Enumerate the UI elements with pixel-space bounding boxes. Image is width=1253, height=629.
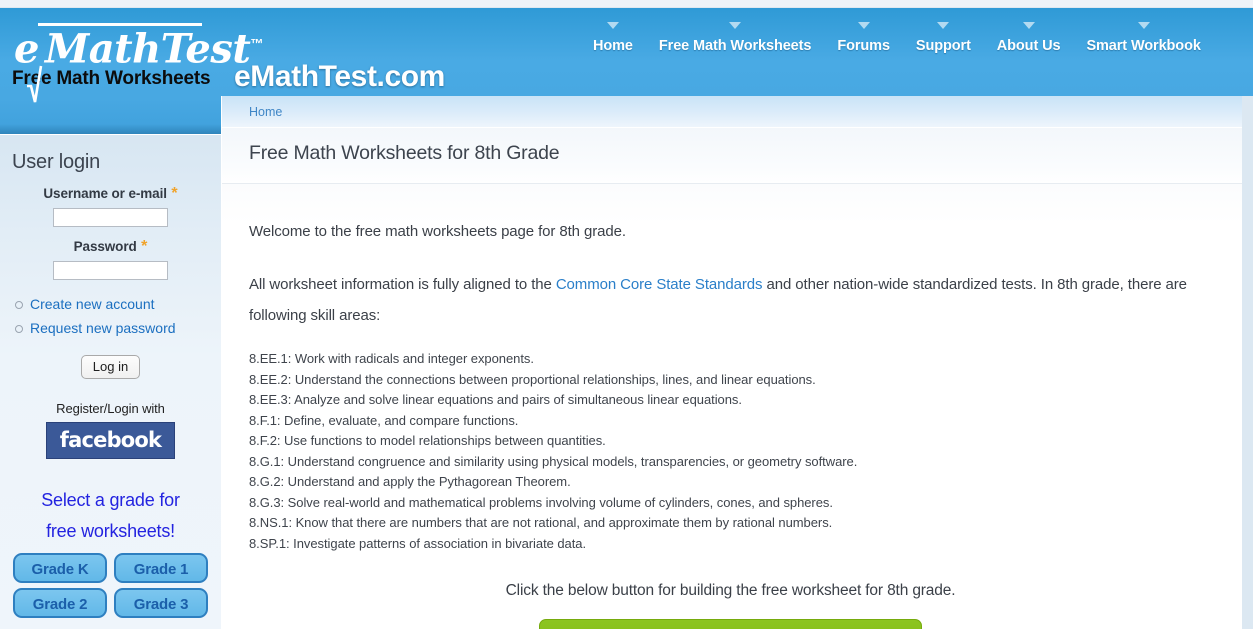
right-edge-strip — [1242, 96, 1253, 629]
nav-item-home[interactable]: Home — [580, 22, 646, 54]
account-links: Create new account Request new password — [14, 296, 221, 337]
list-item: 8.G.3: Solve real-world and mathematical… — [249, 494, 833, 510]
build-worksheet-button[interactable] — [539, 619, 922, 629]
page-title-bar: Free Math Worksheets for 8th Grade — [222, 128, 1242, 184]
caret-down-icon — [1137, 22, 1150, 29]
nav-item-free-math-worksheets[interactable]: Free Math Worksheets — [646, 22, 824, 54]
nav-item-label: Free Math Worksheets — [658, 38, 812, 54]
password-input[interactable] — [53, 261, 168, 280]
grade-cta-line-2: free worksheets! — [46, 521, 175, 541]
grade-button-3[interactable]: Grade 3 — [114, 588, 208, 618]
page-title: Free Math Worksheets for 8th Grade — [249, 142, 560, 164]
alignment-paragraph: All worksheet information is fully align… — [249, 247, 1204, 331]
main-navigation: Home Free Math Worksheets Forums Support… — [580, 22, 1214, 56]
grade-button-grid: Grade K Grade 1 Grade 2 Grade 3 — [13, 553, 209, 618]
list-item: Request new password — [14, 320, 221, 337]
nav-item-smart-workbook[interactable]: Smart Workbook — [1073, 22, 1213, 54]
breadcrumb: Home — [222, 96, 1242, 128]
nav-item-support[interactable]: Support — [903, 22, 984, 54]
list-item: 8.NS.1: Know that there are numbers that… — [249, 515, 833, 530]
required-marker-icon: * — [171, 185, 178, 202]
list-item: 8.F.2: Use functions to model relationsh… — [249, 433, 606, 448]
caret-down-icon — [857, 22, 870, 29]
list-item: 8.G.1: Understand congruence and similar… — [249, 453, 858, 469]
site-name: eMathTest.com — [234, 60, 445, 93]
list-item: 8.F.1: Define, evaluate, and compare fun… — [249, 412, 519, 428]
log-in-button[interactable]: Log in — [80, 355, 141, 379]
user-login-heading: User login — [12, 151, 101, 173]
page-root: e MathTest™ Free Math Worksheets eMathTes… — [0, 0, 1253, 629]
required-marker-icon: * — [141, 238, 148, 255]
bullet-icon — [15, 301, 23, 309]
list-item: 8.EE.2: Understand the connections betwe… — [249, 371, 816, 387]
grade-button-k[interactable]: Grade K — [13, 553, 107, 583]
list-item: 8.SP.1: Investigate patterns of associat… — [249, 535, 587, 551]
logo-trademark: ™ — [250, 36, 263, 51]
alignment-text-before: All worksheet information is fully align… — [249, 276, 556, 293]
radical-bar — [38, 23, 202, 26]
sidebar: User login Username or e-mail * Password… — [0, 134, 221, 629]
grade-cta-line-1: Select a grade for — [41, 490, 180, 510]
build-button-row — [249, 619, 1212, 629]
list-item: 8.EE.1: Work with radicals and integer e… — [249, 351, 534, 366]
username-field-row: Username or e-mail * — [0, 185, 221, 227]
logo-word: MathTest — [44, 25, 251, 73]
breadcrumb-item-home[interactable]: Home — [249, 105, 282, 119]
build-worksheet-instruction: Click the below button for building the … — [505, 582, 956, 599]
list-item: Create new account — [14, 296, 221, 313]
nav-item-label: Smart Workbook — [1086, 38, 1201, 54]
nav-item-label: Support — [915, 38, 971, 54]
top-strip — [0, 0, 1253, 8]
username-input[interactable] — [53, 208, 168, 227]
list-item: 8.EE.3: Analyze and solve linear equatio… — [249, 392, 742, 407]
nav-item-forums[interactable]: Forums — [824, 22, 903, 54]
nav-item-label: Forums — [837, 38, 890, 54]
grade-button-1[interactable]: Grade 1 — [114, 553, 208, 583]
facebook-login-block: Register/Login with facebook — [0, 401, 221, 459]
intro-paragraph: Welcome to the free math worksheets page… — [249, 223, 626, 240]
password-label: Password — [73, 239, 137, 254]
password-field-row: Password * — [0, 238, 221, 280]
logo-wordmark: e MathTest™ — [10, 20, 263, 103]
caret-down-icon — [729, 22, 742, 29]
facebook-caption: Register/Login with — [56, 401, 165, 416]
nav-item-label: Home — [593, 38, 633, 54]
create-new-account-link[interactable]: Create new account — [30, 296, 155, 312]
site-logo[interactable]: e MathTest™ Free Math Worksheets — [10, 20, 263, 103]
nav-item-about-us[interactable]: About Us — [984, 22, 1074, 54]
square-root-icon — [26, 66, 43, 103]
bullet-icon — [15, 325, 23, 333]
standards-list: 8.EE.1: Work with radicals and integer e… — [249, 349, 1212, 554]
facebook-login-button[interactable]: facebook — [45, 422, 176, 459]
caret-down-icon — [606, 22, 619, 29]
username-label: Username or e-mail — [43, 186, 167, 201]
list-item: 8.G.2: Understand and apply the Pythagor… — [249, 474, 571, 489]
login-button-row: Log in — [0, 355, 221, 379]
content-body: Welcome to the free math worksheets page… — [222, 184, 1242, 629]
common-core-link[interactable]: Common Core State Standards — [556, 276, 763, 293]
main-content-panel: Home Free Math Worksheets for 8th Grade … — [221, 96, 1242, 629]
caret-down-icon — [1022, 22, 1035, 29]
nav-item-label: About Us — [996, 38, 1061, 54]
caret-down-icon — [937, 22, 950, 29]
grade-button-2[interactable]: Grade 2 — [13, 588, 107, 618]
grade-selection-heading: Select a grade for free worksheets! — [0, 485, 221, 547]
request-new-password-link[interactable]: Request new password — [30, 320, 176, 336]
